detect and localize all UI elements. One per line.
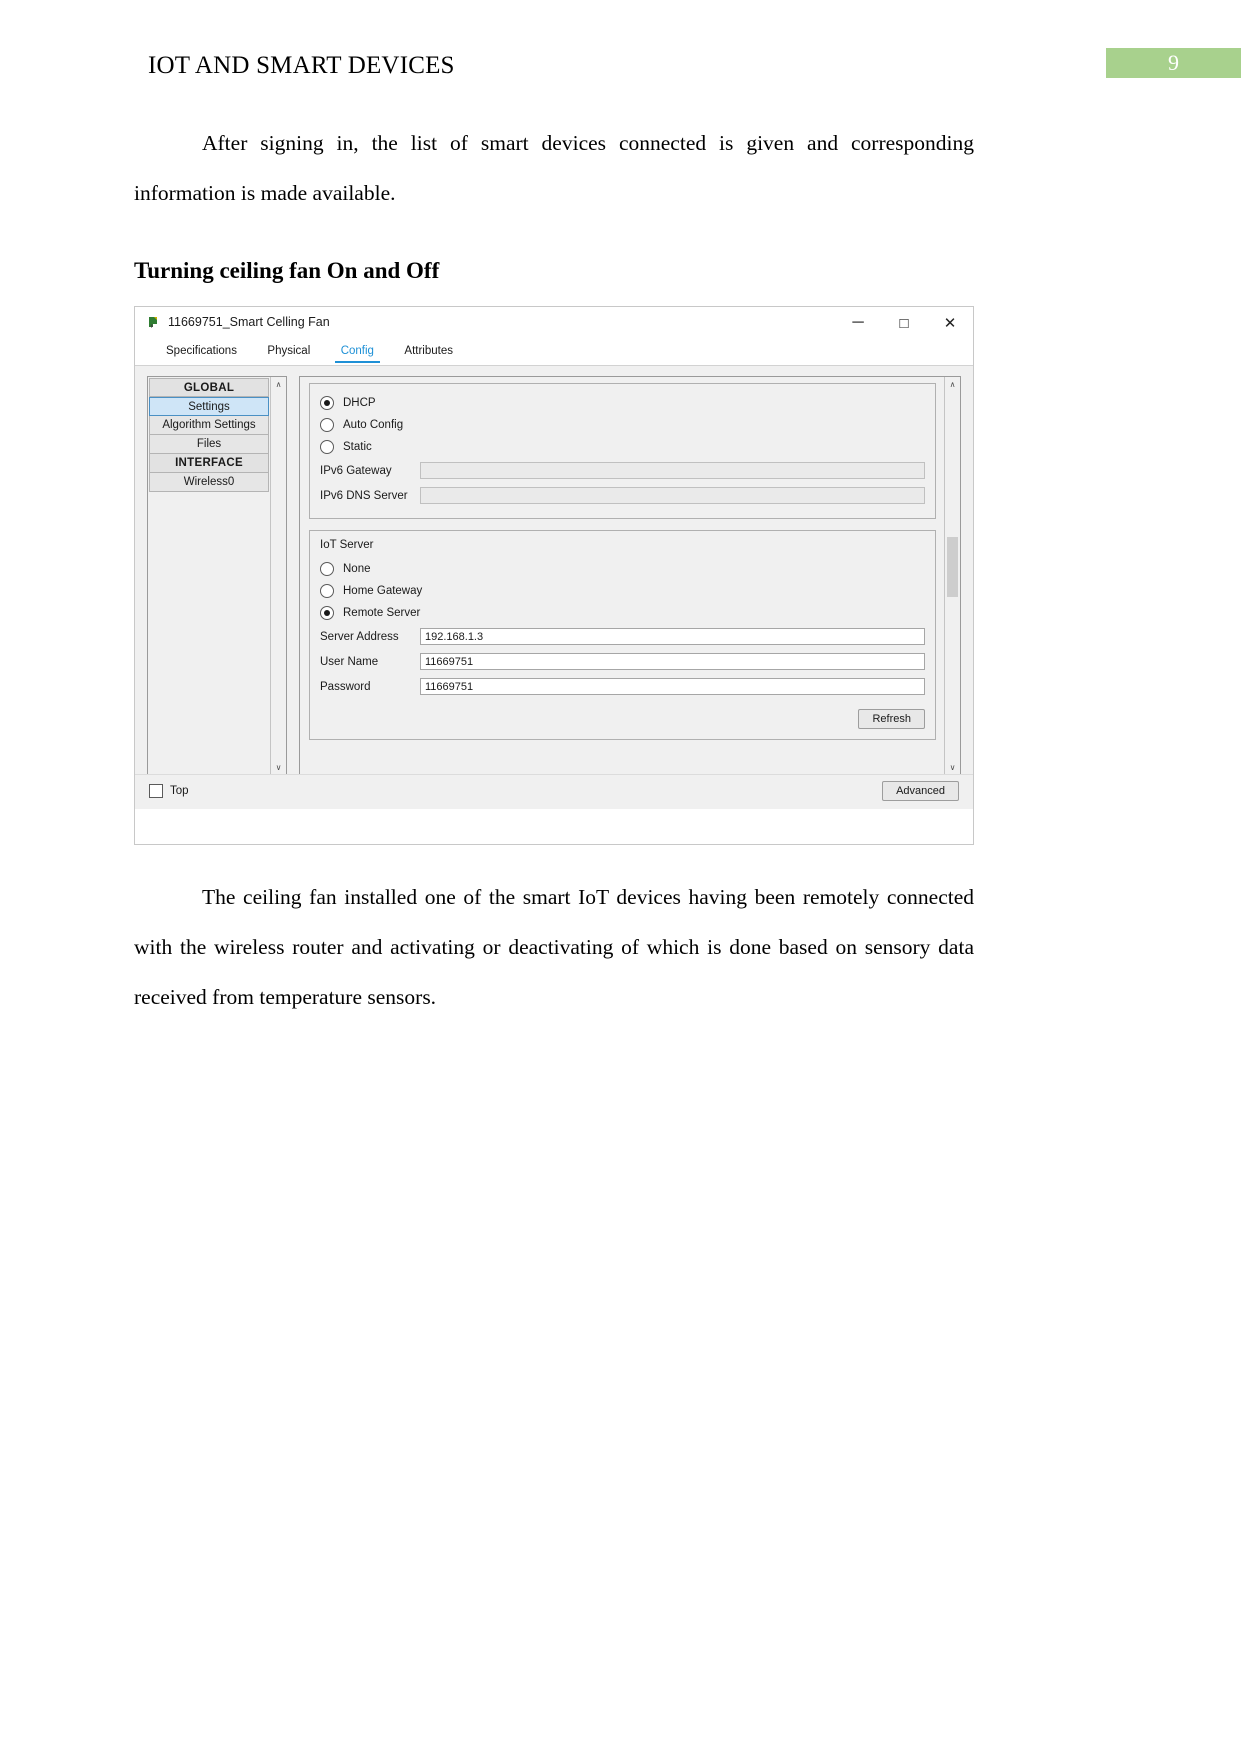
tab-physical[interactable]: Physical (254, 341, 323, 362)
ipv6-dns-server-label: IPv6 DNS Server (320, 489, 408, 502)
panel-row: GLOBAL Settings Algorithm Settings Files… (147, 376, 961, 776)
document-title: IOT AND SMART DEVICES (148, 52, 455, 79)
radio-option-remote-server[interactable]: Remote Server (320, 602, 925, 624)
radio-remote-server-icon[interactable] (320, 606, 334, 620)
ipv6-dns-server-input[interactable] (420, 487, 925, 504)
radio-home-gateway-label: Home Gateway (343, 585, 423, 597)
top-checkbox-row[interactable]: Top (149, 784, 189, 798)
close-icon[interactable]: ✕ (927, 307, 973, 339)
document-content: After signing in, the list of smart devi… (134, 118, 974, 286)
config-inner: DHCP Auto Config Static IPv6 Gateway IPv… (300, 377, 944, 775)
password-input[interactable]: 11669751 (420, 678, 925, 695)
ipv6-gateway-label: IPv6 Gateway (320, 464, 392, 477)
radio-option-dhcp[interactable]: DHCP (320, 392, 925, 414)
iot-server-group: IoT Server None Home Gateway Remote Serv… (309, 530, 936, 740)
app-footer: Top Advanced (135, 774, 973, 809)
scroll-up-icon[interactable]: ∧ (271, 377, 286, 392)
navigation-panel: GLOBAL Settings Algorithm Settings Files… (147, 376, 287, 776)
nav-item-settings[interactable]: Settings (149, 397, 269, 416)
radio-static-icon[interactable] (320, 440, 334, 454)
nav-group-interface: INTERFACE (149, 454, 269, 473)
radio-option-static[interactable]: Static (320, 436, 925, 458)
page-header: IOT AND SMART DEVICES 9 (0, 48, 1241, 88)
tab-config[interactable]: Config (328, 341, 387, 363)
field-password: Password 11669751 (320, 674, 925, 699)
ipv6-gateway-input[interactable] (420, 462, 925, 479)
page-number-badge: 9 (1106, 48, 1241, 78)
scroll-down-icon[interactable]: ∨ (271, 760, 286, 775)
config-scroll-up-icon[interactable]: ∧ (945, 377, 960, 392)
iot-server-legend: IoT Server (320, 539, 374, 551)
server-address-label: Server Address (320, 630, 399, 643)
top-checkbox-label: Top (170, 785, 189, 797)
radio-home-gateway-icon[interactable] (320, 584, 334, 598)
radio-auto-config-icon[interactable] (320, 418, 334, 432)
paragraph-conclusion: The ceiling fan installed one of the sma… (134, 885, 974, 1009)
radio-dhcp-label: DHCP (343, 397, 376, 409)
user-name-label: User Name (320, 655, 379, 668)
user-name-input[interactable]: 11669751 (420, 653, 925, 670)
nav-group-global: GLOBAL (149, 378, 269, 397)
config-scrollbar-thumb[interactable] (947, 537, 958, 597)
server-address-input[interactable]: 192.168.1.3 (420, 628, 925, 645)
section-heading: Turning ceiling fan On and Off (134, 258, 440, 283)
config-panel: DHCP Auto Config Static IPv6 Gateway IPv… (299, 376, 961, 776)
window-title: 11669751_Smart Celling Fan (168, 315, 330, 329)
advanced-button[interactable]: Advanced (882, 781, 959, 801)
password-label: Password (320, 680, 371, 693)
maximize-icon[interactable]: □ (881, 307, 927, 339)
radio-option-auto-config[interactable]: Auto Config (320, 414, 925, 436)
top-checkbox-icon[interactable] (149, 784, 163, 798)
tab-specifications[interactable]: Specifications (153, 341, 250, 362)
radio-option-home-gateway[interactable]: Home Gateway (320, 580, 925, 602)
window-controls: ─ □ ✕ (835, 307, 973, 339)
config-scrollbar[interactable]: ∧ ∨ (944, 377, 960, 775)
field-user-name: User Name 11669751 (320, 649, 925, 674)
field-ipv6-gateway: IPv6 Gateway (320, 458, 925, 483)
tab-attributes[interactable]: Attributes (391, 341, 466, 362)
document-content-after: The ceiling fan installed one of the sma… (134, 872, 974, 1022)
nav-item-files[interactable]: Files (149, 435, 269, 454)
field-ipv6-dns-server: IPv6 DNS Server (320, 483, 925, 508)
navigation-scrollbar[interactable]: ∧ ∨ (270, 377, 286, 775)
radio-static-label: Static (343, 441, 372, 453)
radio-auto-config-label: Auto Config (343, 419, 404, 431)
app-logo-icon (146, 315, 161, 330)
radio-option-none[interactable]: None (320, 558, 925, 580)
config-scroll-down-icon[interactable]: ∨ (945, 760, 960, 775)
radio-dhcp-icon[interactable] (320, 396, 334, 410)
refresh-button[interactable]: Refresh (858, 709, 925, 729)
radio-none-label: None (343, 563, 371, 575)
navigation-list: GLOBAL Settings Algorithm Settings Files… (148, 377, 270, 775)
paragraph-intro: After signing in, the list of smart devi… (134, 131, 974, 205)
ipv6-configuration-group: DHCP Auto Config Static IPv6 Gateway IPv… (309, 383, 936, 519)
nav-item-algorithm-settings[interactable]: Algorithm Settings (149, 416, 269, 435)
app-body: GLOBAL Settings Algorithm Settings Files… (135, 366, 973, 809)
radio-remote-server-label: Remote Server (343, 607, 421, 619)
field-server-address: Server Address 192.168.1.3 (320, 624, 925, 649)
refresh-button-row: Refresh (320, 709, 925, 729)
radio-none-icon[interactable] (320, 562, 334, 576)
embedded-app-screenshot: 11669751_Smart Celling Fan ─ □ ✕ Specifi… (134, 306, 974, 845)
nav-item-wireless0[interactable]: Wireless0 (149, 473, 269, 492)
window-titlebar: 11669751_Smart Celling Fan ─ □ ✕ (135, 307, 973, 340)
tab-strip: Specifications Physical Config Attribute… (135, 340, 973, 366)
